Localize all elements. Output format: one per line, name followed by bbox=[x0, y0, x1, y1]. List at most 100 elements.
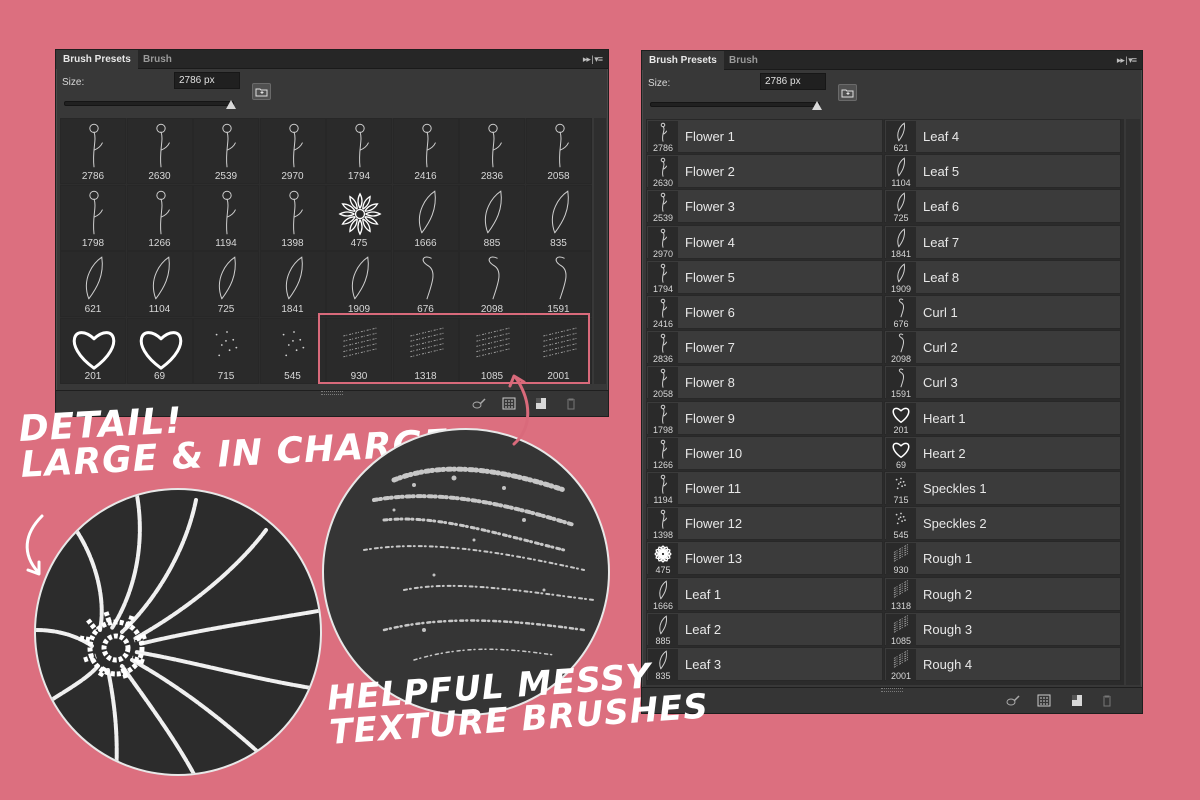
brush-list-item[interactable]: 2630 Flower 2 bbox=[646, 154, 883, 189]
brush-list-item[interactable]: 1194 Flower 11 bbox=[646, 471, 883, 505]
brush-list-item[interactable]: 2970 Flower 4 bbox=[646, 224, 883, 259]
brush-thumbnail[interactable]: 2836 bbox=[459, 118, 525, 184]
trash-icon[interactable] bbox=[1100, 694, 1114, 707]
brush-thumbnail[interactable]: 545 bbox=[259, 317, 326, 384]
grid-scrollbar[interactable] bbox=[594, 118, 606, 384]
brush-list-item[interactable]: 1104 Leaf 5 bbox=[884, 154, 1121, 189]
brush-thumbnail[interactable]: 2416 bbox=[392, 118, 459, 184]
brush-list-item[interactable]: 885 Leaf 2 bbox=[646, 611, 883, 646]
brush-list-item[interactable]: 725 Leaf 6 bbox=[884, 189, 1121, 224]
brush-thumbnail[interactable]: 930 bbox=[326, 317, 392, 384]
slider-thumb[interactable] bbox=[226, 100, 236, 109]
brush-thumbnail[interactable]: 1398 bbox=[259, 184, 326, 251]
brush-list-item[interactable]: 1398 Flower 12 bbox=[646, 506, 883, 541]
brush-size-label: 2836 bbox=[652, 354, 674, 365]
brush-list-item[interactable]: 1591 Curl 3 bbox=[884, 365, 1121, 400]
brush-thumbnail[interactable]: 1266 bbox=[126, 184, 193, 251]
brush-thumbnail[interactable]: 69 bbox=[126, 317, 193, 384]
brush-size-label: 69 bbox=[153, 370, 166, 382]
brush-size-label: 930 bbox=[893, 565, 909, 576]
brush-list-item[interactable]: 621 Leaf 4 bbox=[884, 119, 1121, 153]
brush-thumbnail[interactable]: 2539 bbox=[193, 118, 259, 184]
brush-thumbnail[interactable]: 2058 bbox=[525, 118, 592, 184]
brush-list-item[interactable]: 676 Curl 1 bbox=[884, 295, 1121, 329]
brush-thumbnail[interactable]: 1798 bbox=[60, 184, 126, 251]
brush-thumbnail[interactable]: 2630 bbox=[126, 118, 193, 184]
trash-icon[interactable] bbox=[564, 397, 578, 410]
slider-thumb[interactable] bbox=[812, 101, 822, 110]
brush-list-item[interactable]: 2001 Rough 4 bbox=[884, 647, 1121, 681]
brush-list-item[interactable]: 1794 Flower 5 bbox=[646, 259, 883, 294]
size-input[interactable]: 2786 px bbox=[760, 73, 826, 90]
brush-thumbnail[interactable]: 1318 bbox=[392, 317, 459, 384]
brush-list-item[interactable]: 545 Speckles 2 bbox=[884, 506, 1121, 541]
brush-size-label: 676 bbox=[893, 319, 909, 329]
grid-view-icon[interactable] bbox=[1037, 694, 1051, 707]
brush-list-item[interactable]: 2416 Flower 6 bbox=[646, 295, 883, 329]
brush-list-item[interactable]: 930 Rough 1 bbox=[884, 541, 1121, 576]
panel-menu-icon[interactable]: ▸▸ | ▾≡ bbox=[583, 53, 603, 65]
brush-thumbnail[interactable]: 201 bbox=[60, 317, 126, 384]
brush-size-label: 1591 bbox=[547, 304, 570, 315]
tab-brush-presets[interactable]: Brush Presets bbox=[56, 50, 138, 69]
brush-list-item[interactable]: 475 Flower 13 bbox=[646, 541, 883, 576]
brush-name-label: Flower 12 bbox=[685, 516, 743, 532]
brush-list-item[interactable]: 201 Heart 1 bbox=[884, 400, 1121, 435]
brush-preview-icon bbox=[355, 123, 369, 168]
brush-list-item[interactable]: 69 Heart 2 bbox=[884, 435, 1121, 470]
brush-preview-icon bbox=[285, 256, 303, 300]
new-page-icon[interactable] bbox=[1070, 694, 1084, 707]
panel-menu-icon[interactable]: ▸▸ | ▾≡ bbox=[1117, 54, 1137, 66]
brush-thumbnail[interactable]: 1666 bbox=[392, 184, 459, 251]
brush-list-item[interactable]: 1841 Leaf 7 bbox=[884, 224, 1121, 259]
brush-thumbnail[interactable]: 725 bbox=[193, 251, 259, 317]
brush-list-item[interactable]: 2058 Flower 8 bbox=[646, 365, 883, 400]
brush-preview-icon: 621 bbox=[886, 121, 916, 153]
brush-thumbnail[interactable]: 1909 bbox=[326, 251, 392, 317]
brush-size-label: 885 bbox=[483, 237, 501, 249]
folder-plus-icon[interactable] bbox=[252, 83, 271, 100]
tab-brush[interactable]: Brush bbox=[136, 50, 179, 69]
brush-list-item[interactable]: 2098 Curl 2 bbox=[884, 330, 1121, 365]
brush-name-label: Flower 6 bbox=[685, 305, 735, 320]
tab-brush-presets[interactable]: Brush Presets bbox=[642, 51, 724, 70]
brush-thumbnail[interactable]: 1841 bbox=[259, 251, 326, 317]
brush-thumbnail[interactable]: 2098 bbox=[459, 251, 525, 317]
folder-plus-icon[interactable] bbox=[838, 84, 857, 101]
brush-preview-icon bbox=[542, 327, 577, 357]
brush-thumbnail[interactable]: 475 bbox=[326, 184, 392, 251]
brush-thumbnail[interactable]: 621 bbox=[60, 251, 126, 317]
brush-list-item[interactable]: 1666 Leaf 1 bbox=[646, 576, 883, 611]
size-label: Size: bbox=[62, 77, 85, 88]
brush-toggle-icon[interactable] bbox=[472, 397, 486, 410]
brush-list-item[interactable]: 1318 Rough 2 bbox=[884, 576, 1121, 611]
brush-size-label: 2539 bbox=[214, 171, 238, 182]
brush-list-item[interactable]: 715 Speckles 1 bbox=[884, 471, 1121, 505]
brush-thumbnail[interactable]: 2786 bbox=[60, 118, 126, 184]
brush-thumbnail[interactable]: 676 bbox=[392, 251, 459, 317]
size-slider[interactable] bbox=[64, 100, 236, 109]
brush-thumbnail[interactable]: 715 bbox=[193, 317, 259, 384]
brush-list-item[interactable]: 1266 Flower 10 bbox=[646, 435, 883, 470]
brush-size-label: 2836 bbox=[480, 171, 504, 182]
brush-thumbnail[interactable]: 1104 bbox=[126, 251, 193, 317]
brush-list-item[interactable]: 1798 Flower 9 bbox=[646, 400, 883, 435]
tab-brush[interactable]: Brush bbox=[722, 51, 765, 70]
brush-list-item[interactable]: 2836 Flower 7 bbox=[646, 330, 883, 365]
brush-list-item[interactable]: 2539 Flower 3 bbox=[646, 189, 883, 224]
brush-name-label: Flower 11 bbox=[685, 481, 742, 496]
list-scrollbar[interactable] bbox=[1126, 119, 1140, 685]
brush-thumbnail[interactable]: 1591 bbox=[525, 251, 592, 317]
brush-list-item[interactable]: 1085 Rough 3 bbox=[884, 611, 1121, 646]
brush-thumbnail[interactable]: 1194 bbox=[193, 184, 259, 251]
brush-thumbnail[interactable]: 1794 bbox=[326, 118, 392, 184]
brush-toggle-icon[interactable] bbox=[1006, 694, 1020, 707]
resize-grip[interactable] bbox=[881, 688, 903, 692]
size-slider[interactable] bbox=[650, 101, 822, 110]
brush-list-item[interactable]: 2786 Flower 1 bbox=[646, 119, 883, 153]
size-input[interactable]: 2786 px bbox=[174, 72, 240, 89]
brush-thumbnail[interactable]: 2970 bbox=[259, 118, 326, 184]
brush-thumbnail[interactable]: 885 bbox=[459, 184, 525, 251]
brush-thumbnail[interactable]: 835 bbox=[525, 184, 592, 251]
brush-list-item[interactable]: 1909 Leaf 8 bbox=[884, 259, 1121, 294]
